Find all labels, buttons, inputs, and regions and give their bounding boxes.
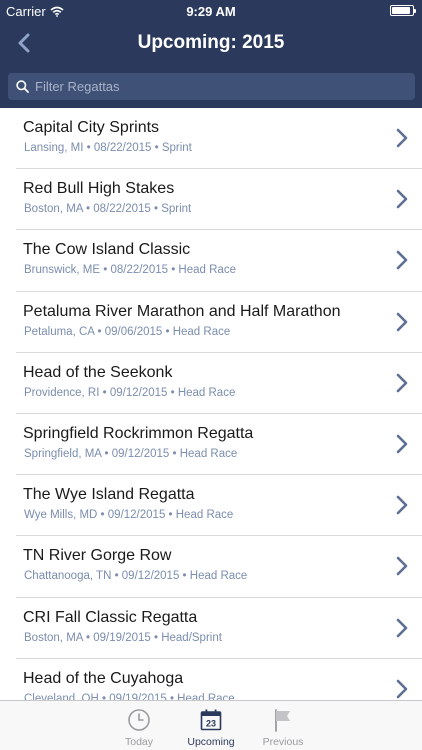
chevron-right-icon [396, 128, 408, 148]
chevron-right-icon [396, 495, 408, 515]
regatta-name: TN River Gorge Row [23, 547, 172, 565]
chevron-right-icon [396, 373, 408, 393]
status-time: 9:29 AM [186, 4, 236, 19]
regatta-details: Brunswick, ME • 08/22/2015 • Head Race [24, 264, 236, 277]
regatta-details: Providence, RI • 09/12/2015 • Head Race [24, 386, 236, 399]
regatta-row[interactable]: CRI Fall Classic Regatta Boston, MA • 09/… [0, 597, 422, 659]
regatta-row[interactable]: Petaluma River Marathon and Half Maratho… [0, 291, 422, 353]
regatta-name: Head of the Cuyahoga [23, 669, 184, 687]
chevron-right-icon [396, 679, 408, 698]
tab-previous[interactable]: Previous [258, 701, 308, 750]
regatta-details: Boston, MA • 09/19/2015 • Head/Sprint [24, 631, 222, 644]
chevron-right-icon [396, 434, 408, 454]
regatta-name: Petaluma River Marathon and Half Maratho… [23, 302, 341, 320]
chevron-right-icon [396, 189, 408, 209]
regatta-name: The Cow Island Classic [23, 241, 191, 259]
page-title: Upcoming: 2015 [137, 32, 285, 53]
regatta-row[interactable]: Capital City Sprints Lansing, MI • 08/22/… [0, 108, 422, 170]
navigation-bar: Upcoming: 2015 [0, 22, 422, 66]
tab-today-label: Today [124, 736, 154, 748]
tab-today[interactable]: Today [114, 701, 164, 750]
search-input[interactable] [35, 79, 395, 94]
regatta-details: Wye Mills, MD • 09/12/2015 • Head Race [24, 509, 234, 522]
regatta-row[interactable]: Red Bull High Stakes Boston, MA • 08/22/2… [0, 169, 422, 231]
regatta-row[interactable]: The Wye Island Regatta Wye Mills, MD • 09… [0, 475, 422, 537]
regatta-row[interactable]: The Cow Island Classic Brunswick, ME • 08… [0, 230, 422, 292]
regatta-row[interactable]: TN River Gorge Row Chattanooga, TN • 09/1… [0, 536, 422, 598]
regatta-details: Springfield, MA • 09/12/2015 • Head Race [24, 447, 238, 460]
battery-icon [390, 5, 416, 16]
chevron-right-icon [396, 251, 408, 270]
regatta-row[interactable]: Head of the Seekonk Providence, RI • 09/1… [0, 352, 422, 415]
regatta-details: Boston, MA • 08/22/2015 • Sprint [24, 203, 192, 216]
search-bar[interactable] [8, 73, 415, 100]
battery-level [392, 7, 410, 14]
calendar-icon: 23 [200, 709, 222, 731]
header: Carrier 9:29 AM Upcoming: 2015 [0, 0, 422, 108]
regatta-name: CRI Fall Classic Regatta [23, 608, 198, 626]
regatta-details: Cleveland, OH • 09/19/2015 • Head Race [24, 692, 235, 700]
regatta-details: Chattanooga, TN • 09/12/2015 • Head Race [24, 570, 248, 583]
calendar-day: 23 [206, 719, 216, 729]
clock-icon [128, 709, 150, 731]
regatta-details: Lansing, MI • 08/22/2015 • Sprint [24, 142, 192, 154]
regatta-row[interactable]: Springfield Rockrimmon Regatta Springfiel… [0, 413, 422, 476]
tab-previous-label: Previous [262, 736, 304, 748]
tab-upcoming[interactable]: 23 Upcoming [186, 701, 236, 750]
chevron-right-icon [396, 557, 408, 576]
search-icon [16, 80, 29, 93]
regatta-name: The Wye Island Regatta [23, 486, 195, 504]
tab-bar: Today 23 Upcoming Previous [0, 700, 422, 750]
chevron-right-icon [396, 312, 408, 331]
regatta-name: Head of the Seekonk [23, 363, 173, 381]
regatta-name: Capital City Sprints [23, 119, 160, 136]
regatta-row[interactable]: Head of the Cuyahoga Cleveland, OH • 09/1… [0, 658, 422, 700]
regatta-name: Springfield Rockrimmon Regatta [23, 424, 254, 442]
tab-upcoming-label: Upcoming [187, 736, 235, 748]
flag-icon [275, 709, 290, 732]
status-bar: Carrier 9:29 AM [0, 0, 422, 22]
regatta-name: Red Bull High Stakes [23, 180, 175, 198]
regatta-list: Capital City Sprints Lansing, MI • 08/22/… [0, 108, 422, 700]
chevron-right-icon [396, 618, 408, 637]
regatta-details: Petaluma, CA • 09/06/2015 • Head Race [24, 325, 231, 338]
